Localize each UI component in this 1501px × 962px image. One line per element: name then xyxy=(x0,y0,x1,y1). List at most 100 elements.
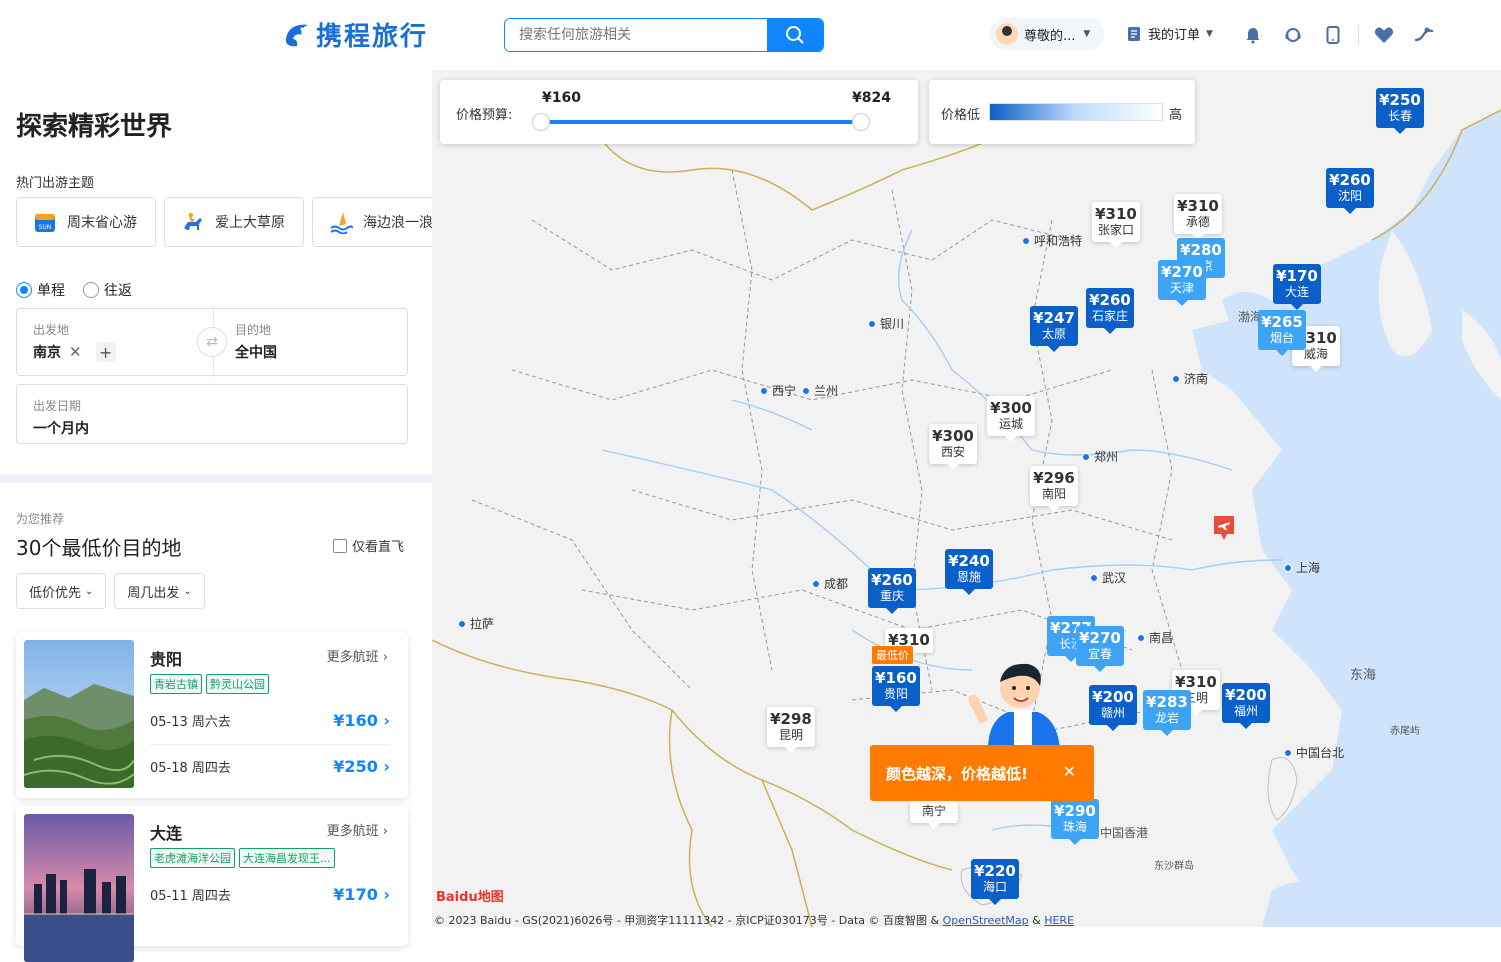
bell-icon[interactable] xyxy=(1238,20,1268,50)
map-city[interactable]: 银川 xyxy=(868,315,904,332)
map-city[interactable]: 上海 xyxy=(1284,559,1320,576)
price-pin[interactable]: ¥220 海口 xyxy=(971,859,1019,905)
avatar xyxy=(996,23,1018,45)
price-map[interactable]: 价格预算: ¥160 ¥824 价格低 高 呼和浩特 银川 西宁 兰州 济南 郑… xyxy=(432,70,1501,927)
radio-round-trip[interactable]: 往返 xyxy=(83,280,132,300)
map-city[interactable]: 呼和浩特 xyxy=(1022,232,1082,249)
price-pin[interactable]: ¥296 南阳 xyxy=(1030,466,1078,512)
price-pin[interactable]: ¥240 恩施 xyxy=(945,549,993,595)
price-pin[interactable]: ¥298 昆明 xyxy=(767,707,815,753)
swap-cities-button[interactable]: ⇄ xyxy=(197,327,227,357)
user-name: 尊敬的... xyxy=(1024,28,1076,44)
map-city-dot xyxy=(1137,633,1145,642)
price-pin[interactable]: ¥300 运城 xyxy=(987,396,1035,442)
flight-row[interactable]: 05-18 周四去 ¥250 › xyxy=(150,744,390,788)
section-divider xyxy=(0,475,432,483)
destination-photo xyxy=(24,814,134,962)
price-min-value: ¥160 xyxy=(542,90,581,106)
price-pin-lowest[interactable]: ¥160 贵阳 xyxy=(872,666,920,712)
price-budget-label: 价格预算: xyxy=(456,108,513,123)
map-city[interactable]: 成都 xyxy=(812,575,848,592)
more-flights-link[interactable]: 更多航班 › xyxy=(327,646,388,665)
osm-link[interactable]: OpenStreetMap xyxy=(943,914,1029,927)
map-city[interactable]: 兰州 xyxy=(802,382,838,399)
departure-field[interactable]: 出发地 南京 ✕ + xyxy=(33,321,116,362)
theme-weekend[interactable]: SUN 周末省心游 xyxy=(16,197,156,247)
search-icon xyxy=(786,26,804,44)
orders-menu[interactable]: 我的订单 ▼ xyxy=(1126,24,1213,43)
map-city-label: 银川 xyxy=(880,317,905,331)
date-label: 出发日期 xyxy=(33,399,82,413)
departure-value: 南京 ✕ + xyxy=(33,342,116,362)
price-slider-max-handle[interactable] xyxy=(852,113,870,131)
price-pin[interactable]: ¥247 太原 xyxy=(1030,306,1078,352)
page-title: 探索精彩世界 xyxy=(16,112,173,142)
customer-service-icon[interactable] xyxy=(1278,20,1308,50)
price-tip-banner: 颜色越深，价格越低! ✕ xyxy=(870,745,1094,801)
price-pin[interactable]: ¥310 张家口 xyxy=(1092,202,1140,248)
legend-low-label: 价格低 xyxy=(941,108,981,123)
theme-list: SUN 周末省心游 爱上大草原 海边浪一浪 xyxy=(16,197,432,247)
trip-type-group: 单程 往返 xyxy=(16,280,132,300)
search-button[interactable] xyxy=(767,19,823,51)
theme-grassland[interactable]: 爱上大草原 xyxy=(164,197,304,247)
search-input[interactable] xyxy=(505,19,767,51)
map-city-label: 西宁 xyxy=(772,384,797,398)
date-field[interactable]: 出发日期 一个月内 xyxy=(16,384,408,444)
chevron-down-icon: ▼ xyxy=(1206,28,1213,39)
map-city[interactable]: 郑州 xyxy=(1082,448,1118,465)
sort-dropdown[interactable]: 低价优先 ⌄ xyxy=(16,573,107,609)
price-pin[interactable]: ¥170 大连 xyxy=(1273,264,1321,310)
price-pin[interactable]: ¥310 承德 xyxy=(1174,194,1222,240)
theme-seaside[interactable]: 海边浪一浪 xyxy=(312,197,432,247)
map-city-dot xyxy=(1090,573,1098,582)
price-slider-min-handle[interactable] xyxy=(532,113,550,131)
map-city[interactable]: 中国台北 xyxy=(1284,744,1344,761)
map-city[interactable]: 济南 xyxy=(1172,370,1208,387)
price-pin[interactable]: ¥260 重庆 xyxy=(868,568,916,614)
here-link[interactable]: HERE xyxy=(1044,914,1074,927)
destination-field[interactable]: 目的地 全中国 xyxy=(235,321,277,362)
map-city-label: 兰州 xyxy=(814,384,839,398)
price-pin[interactable]: ¥300 西安 xyxy=(929,424,977,470)
favorite-heart-icon[interactable] xyxy=(1369,20,1399,50)
chevron-down-icon: ⌄ xyxy=(183,585,192,597)
more-flights-link[interactable]: 更多航班 › xyxy=(327,820,388,839)
map-city-label: 上海 xyxy=(1296,561,1321,575)
direct-only-checkbox[interactable]: 仅看直飞 xyxy=(333,536,404,555)
price-pin[interactable]: ¥283 龙岩 xyxy=(1143,690,1191,736)
member-icon[interactable] xyxy=(1409,20,1439,50)
radio-one-way[interactable]: 单程 xyxy=(16,280,65,300)
ctrip-logo[interactable]: 携程旅行 xyxy=(280,14,428,54)
destination-card[interactable]: 大连 更多航班 › 老虎滩海洋公园 大连海昌发现王... 05-11 周四去 ¥… xyxy=(16,806,408,962)
destination-card[interactable]: 贵阳 更多航班 › 青岩古镇 黔灵山公园 05-13 周六去 ¥160 › 05… xyxy=(16,632,408,798)
map-city[interactable]: 南昌 xyxy=(1137,629,1173,646)
add-city-button[interactable]: + xyxy=(95,342,116,362)
price-pin[interactable]: ¥260 石家庄 xyxy=(1086,288,1134,334)
map-city[interactable]: 西宁 xyxy=(760,382,796,399)
weekday-dropdown[interactable]: 周几出发 ⌄ xyxy=(114,573,205,609)
flight-row[interactable]: 05-13 周六去 ¥160 › xyxy=(150,698,390,742)
price-pin[interactable]: ¥270 宜春 xyxy=(1076,626,1124,672)
flight-row[interactable]: 05-11 周四去 ¥170 › xyxy=(150,872,390,916)
map-city[interactable]: 拉萨 xyxy=(458,615,494,632)
price-pin[interactable]: ¥200 赣州 xyxy=(1089,685,1137,731)
remove-city-icon[interactable]: ✕ xyxy=(69,343,82,361)
map-city[interactable]: 武汉 xyxy=(1090,569,1126,586)
departure-marker[interactable] xyxy=(1212,514,1236,542)
price-pin[interactable]: 南宁 xyxy=(910,801,958,829)
user-menu[interactable]: 尊敬的... ▼ xyxy=(990,18,1104,50)
price-pin[interactable]: ¥265 烟台 xyxy=(1258,310,1306,356)
attraction-tag: 黔灵山公园 xyxy=(206,674,269,694)
close-icon[interactable]: ✕ xyxy=(1063,762,1076,781)
left-panel: 探索精彩世界 热门出游主题 SUN 周末省心游 爱上大草原 海边浪一浪 单程 往… xyxy=(0,70,432,962)
date-value: 一个月内 xyxy=(33,421,89,437)
price-pin[interactable]: ¥260 沈阳 xyxy=(1326,168,1374,214)
mobile-app-icon[interactable] xyxy=(1318,20,1348,50)
price-pin[interactable]: ¥290 珠海 xyxy=(1051,799,1099,845)
price-slider-track[interactable] xyxy=(542,120,862,124)
map-city-dot xyxy=(760,386,768,395)
price-pin[interactable]: ¥200 福州 xyxy=(1222,683,1270,729)
price-pin[interactable]: ¥250 长春 xyxy=(1376,88,1424,134)
price-pin[interactable]: ¥270 天津 xyxy=(1158,260,1206,306)
